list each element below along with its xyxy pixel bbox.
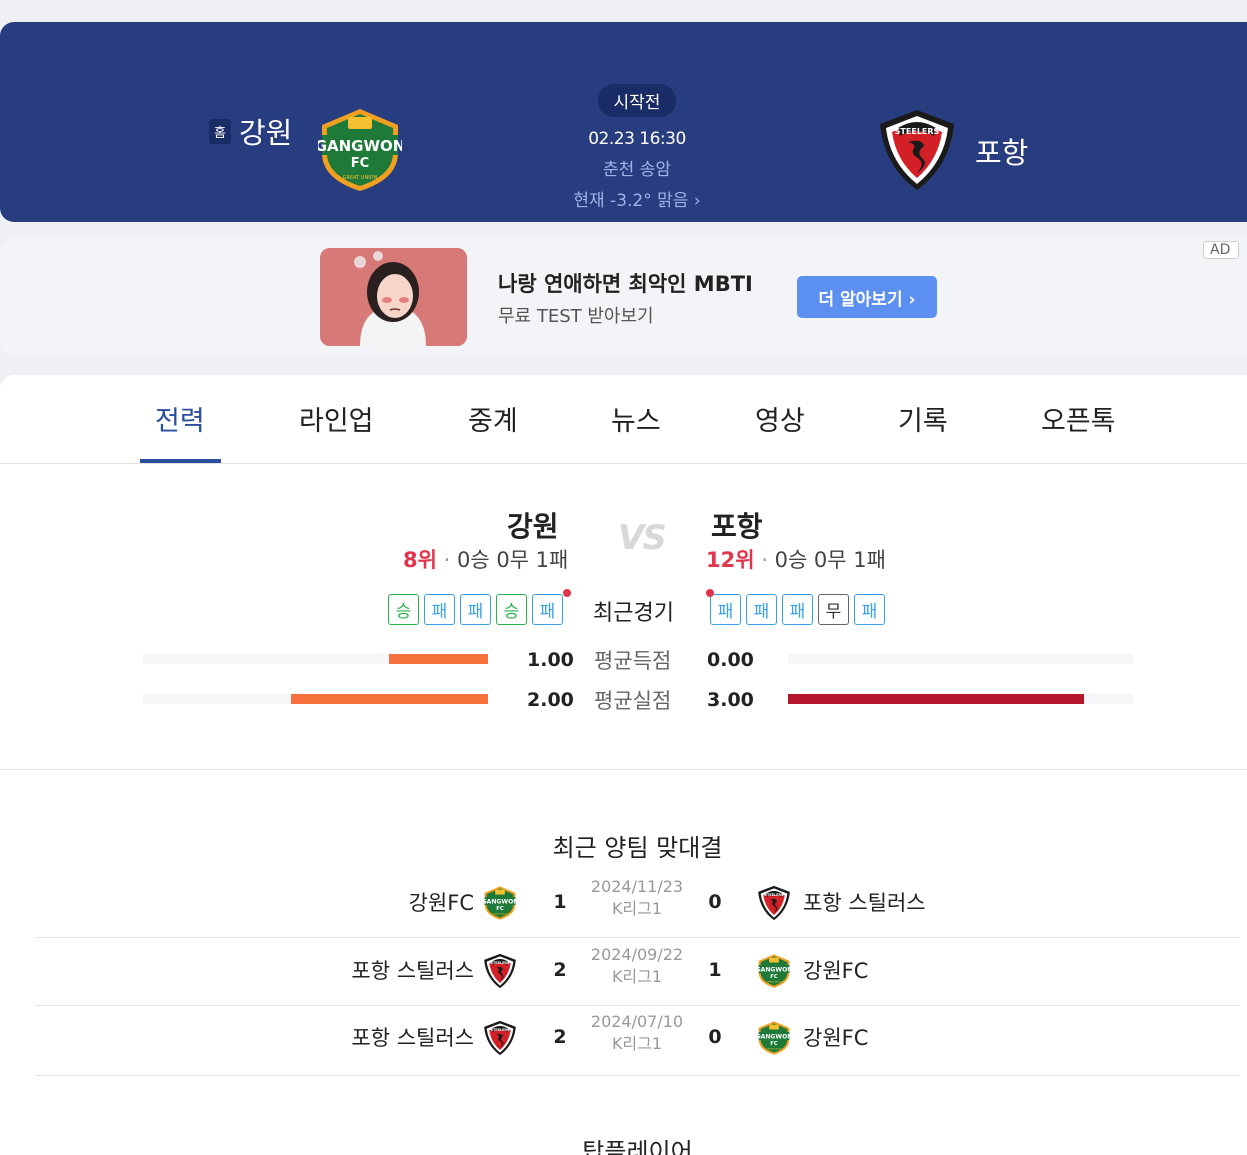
gangwon-logo — [757, 953, 791, 989]
away-recent-results: 패패패무패 — [710, 594, 885, 625]
match-header: 홈 강원 시작전 02.23 16:30 춘천 송암 현재 -3.2° 맑음 ›… — [0, 22, 1247, 222]
result-chip: 패 — [854, 594, 885, 625]
h2h-right-team[interactable]: 포항 스틸러스 — [803, 887, 926, 917]
latest-result-dot — [563, 589, 571, 597]
tab-news[interactable]: 뉴스 — [611, 399, 661, 438]
main-content: 전력 라인업 중계 뉴스 영상 기록 오픈톡 강원 VS 포항 8위 · 0승 … — [0, 375, 1247, 1155]
home-rank: 8위 — [403, 548, 437, 572]
home-rank-record: 8위 · 0승 0무 1패 — [403, 548, 569, 572]
h2h-left-score: 1 — [553, 891, 567, 913]
pohang-logo — [483, 953, 517, 989]
tab-lineup[interactable]: 라인업 — [299, 399, 374, 438]
home-team[interactable]: 홈 강원 — [209, 110, 292, 152]
h2h-date: 2024/09/22 — [590, 945, 684, 964]
ad-banner[interactable]: 나랑 연애하면 최악인 MBTI 무료 TEST 받아보기 더 알아보기 › A… — [0, 238, 1247, 356]
pohang-steelers-logo[interactable] — [878, 108, 956, 192]
match-datetime: 02.23 16:30 — [588, 129, 686, 149]
h2h-right-score: 1 — [708, 959, 722, 981]
home-avg-goals-bar — [389, 654, 488, 664]
home-avg-conceded: 2.00 — [527, 689, 574, 711]
h2h-match-row[interactable]: 포항 스틸러스 2 2024/09/22 K리그1 1 강원FC — [35, 939, 1240, 1006]
result-chip: 무 — [818, 594, 849, 625]
match-status-badge: 시작전 — [597, 84, 677, 117]
home-recent-results: 승패패승패 — [388, 594, 563, 625]
ad-illustration — [320, 248, 467, 346]
home-badge: 홈 — [209, 118, 231, 144]
result-chip: 승 — [388, 594, 419, 625]
gangwon-logo — [757, 1020, 791, 1056]
latest-result-dot — [706, 589, 714, 597]
h2h-meta: 2024/11/23 K리그1 — [583, 876, 691, 920]
away-rank: 12위 — [706, 548, 755, 572]
h2h-right-score: 0 — [708, 891, 722, 913]
result-chip: 승 — [496, 594, 527, 625]
h2h-date: 2024/11/23 — [590, 877, 684, 896]
away-team-name: 포항 — [711, 510, 763, 543]
tab-broadcast[interactable]: 중계 — [468, 399, 518, 438]
tab-records[interactable]: 기록 — [898, 399, 948, 438]
avg-conceded-label: 평균실점 — [594, 689, 672, 713]
section-divider — [0, 769, 1247, 770]
pohang-logo — [483, 1020, 517, 1056]
h2h-right-score: 0 — [708, 1026, 722, 1048]
result-chip: 패 — [746, 594, 777, 625]
home-record: 0승 0무 1패 — [456, 548, 569, 572]
away-team-name[interactable]: 포항 — [975, 130, 1028, 172]
h2h-left-team[interactable]: 포항 스틸러스 — [351, 955, 474, 985]
h2h-left-score: 2 — [553, 959, 567, 981]
result-chip: 패 — [532, 594, 563, 625]
ad-subtitle[interactable]: 무료 TEST 받아보기 — [498, 302, 654, 328]
result-chip: 패 — [424, 594, 455, 625]
home-team-name: 강원 — [507, 510, 559, 543]
h2h-league: K리그1 — [611, 1034, 663, 1053]
h2h-title: 최근 양팀 맞대결 — [552, 834, 723, 862]
ad-learn-more-button[interactable]: 더 알아보기 › — [797, 276, 937, 318]
away-avg-goals-track — [788, 654, 1133, 664]
weather-link[interactable]: 현재 -3.2° 맑음 › — [537, 186, 737, 211]
h2h-match-row[interactable]: 포항 스틸러스 2 2024/07/10 K리그1 0 강원FC — [35, 1006, 1240, 1076]
away-avg-conceded-bar — [788, 694, 1084, 704]
gangwon-fc-logo[interactable] — [318, 107, 402, 193]
ad-title[interactable]: 나랑 연애하면 최악인 MBTI — [498, 268, 753, 298]
h2h-right-team[interactable]: 강원FC — [803, 1022, 868, 1052]
h2h-meta: 2024/07/10 K리그1 — [583, 1011, 691, 1055]
avg-goals-label: 평균득점 — [594, 649, 672, 673]
h2h-left-team[interactable]: 포항 스틸러스 — [351, 1022, 474, 1052]
result-chip: 패 — [782, 594, 813, 625]
pohang-logo — [757, 885, 791, 921]
result-chip: 패 — [710, 594, 741, 625]
h2h-right-team[interactable]: 강원FC — [803, 955, 868, 985]
home-avg-conceded-bar — [291, 694, 488, 704]
recent-matches-label: 최근경기 — [593, 601, 674, 626]
away-avg-conceded: 3.00 — [707, 689, 754, 711]
result-chip: 패 — [460, 594, 491, 625]
away-avg-goals: 0.00 — [707, 649, 754, 671]
gangwon-logo — [483, 885, 517, 921]
tab-bar: 전력 라인업 중계 뉴스 영상 기록 오픈톡 — [0, 375, 1247, 464]
h2h-meta: 2024/09/22 K리그1 — [583, 944, 691, 988]
away-record: 0승 0무 1패 — [774, 548, 886, 572]
ad-tag[interactable]: AD — [1203, 241, 1240, 259]
home-avg-goals: 1.00 — [527, 649, 574, 671]
top-player-title: 탑플레이어 — [582, 1138, 693, 1155]
h2h-league: K리그1 — [611, 899, 663, 918]
vs-label: VS — [618, 518, 667, 558]
tab-lineup-strength[interactable]: 전력 — [155, 399, 205, 438]
h2h-left-team[interactable]: 강원FC — [409, 887, 474, 917]
h2h-left-score: 2 — [553, 1026, 567, 1048]
tab-opentalk[interactable]: 오픈톡 — [1041, 399, 1116, 438]
tab-video[interactable]: 영상 — [755, 399, 805, 438]
home-team-name[interactable]: 강원 — [239, 110, 292, 152]
away-rank-record: 12위 · 0승 0무 1패 — [706, 548, 886, 572]
match-venue: 춘천 송암 — [603, 160, 671, 180]
match-info: 시작전 02.23 16:30 춘천 송암 현재 -3.2° 맑음 › — [537, 84, 737, 211]
h2h-match-row[interactable]: 강원FC 1 2024/11/23 K리그1 0 포항 스틸러스 — [35, 871, 1240, 938]
active-tab-indicator — [140, 459, 221, 463]
h2h-league: K리그1 — [611, 967, 663, 986]
h2h-date: 2024/07/10 — [590, 1012, 684, 1031]
